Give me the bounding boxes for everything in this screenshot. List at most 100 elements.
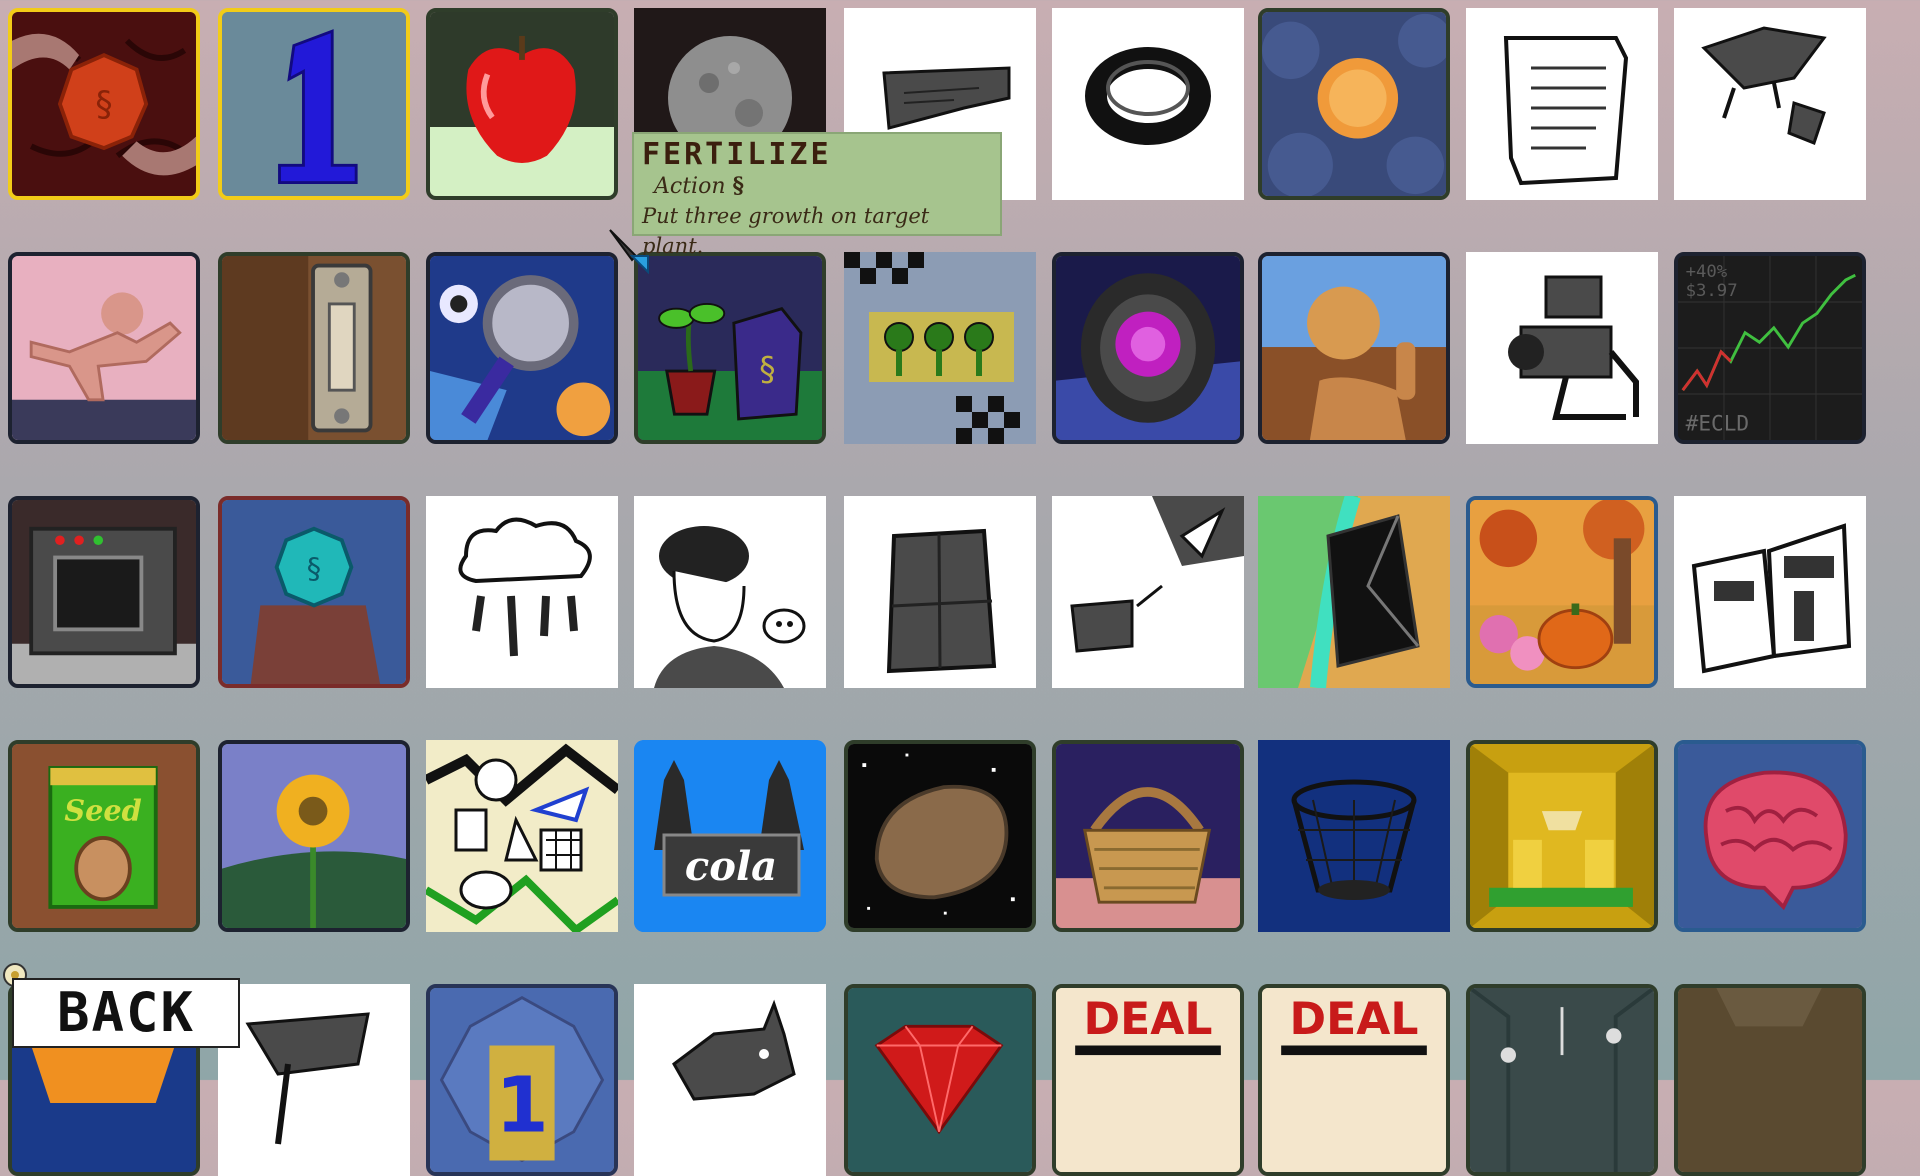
cola-art: cola <box>634 740 826 932</box>
tooltip-type: Action § <box>642 172 992 201</box>
seed-bag-icon: § <box>732 173 745 199</box>
svg-text:§: § <box>95 85 112 125</box>
card-door-light-switch[interactable] <box>218 252 410 444</box>
number-one-art <box>222 12 406 196</box>
card-chandelier[interactable] <box>1466 984 1658 1176</box>
card-crystal-river[interactable] <box>1258 496 1450 688</box>
dim-room-art <box>1678 988 1862 1172</box>
card-seed-packet[interactable]: Seed <box>8 740 200 932</box>
card-shapes-chaos[interactable] <box>426 740 618 932</box>
card-sunflower[interactable] <box>218 740 410 932</box>
tooltip-title: FERTILIZE <box>642 137 832 172</box>
card-ruby[interactable] <box>844 984 1036 1176</box>
svg-text:§: § <box>759 351 775 389</box>
card-deal-1[interactable]: DEAL <box>1052 984 1244 1176</box>
pumpkin-autumn-art <box>1470 500 1654 684</box>
newspaper-art <box>1691 523 1852 674</box>
rain-cloud-art <box>458 517 592 657</box>
card-treasure-room[interactable] <box>1466 740 1658 932</box>
card-flag[interactable] <box>218 984 410 1176</box>
token-stump-art: § <box>222 500 406 684</box>
portal-eye-art <box>1056 256 1240 440</box>
treasure-room-art <box>1470 744 1654 928</box>
card-dog[interactable] <box>634 984 826 1176</box>
card-skull-figure[interactable] <box>634 496 826 688</box>
potato-space-art <box>848 744 1032 928</box>
card-fridge[interactable] <box>844 496 1036 688</box>
card-checker-trees[interactable] <box>844 252 1036 444</box>
card-tooltip: FERTILIZE Action § Put three growth on t… <box>632 132 1002 258</box>
ring-art <box>1085 47 1211 145</box>
basket-art <box>1056 744 1240 928</box>
card-pumpkin-autumn[interactable] <box>1466 496 1658 688</box>
flag-art <box>245 1012 370 1145</box>
card-potato-space[interactable] <box>844 740 1036 932</box>
cola-label: cola <box>685 843 777 890</box>
box-arrow-art <box>1070 496 1244 653</box>
card-magnifier[interactable] <box>426 252 618 444</box>
card-deal-2[interactable]: DEAL <box>1258 984 1450 1176</box>
sunflower-art <box>222 744 406 928</box>
stock-change-text: +40% <box>1686 262 1728 282</box>
magnifier-art <box>430 256 614 440</box>
oven-art <box>12 500 196 684</box>
number-one-ornate-art: 1 <box>430 988 614 1172</box>
card-rain-cloud[interactable] <box>426 496 618 688</box>
checker-trees-art <box>844 252 1036 444</box>
card-box-arrow[interactable] <box>1052 496 1244 688</box>
coin-pond-art <box>1262 12 1446 196</box>
deal-2-art: DEAL <box>1262 988 1446 1172</box>
door-light-switch-art <box>222 256 406 440</box>
card-stock-chart[interactable]: +40% $3.97 #ECLD <box>1674 252 1866 444</box>
card-cola[interactable]: cola <box>634 740 826 932</box>
dog-art <box>672 999 796 1101</box>
ornate-one-label: 1 <box>495 1062 548 1151</box>
card-number-one[interactable] <box>218 8 410 200</box>
card-gingerbread[interactable] <box>8 252 200 444</box>
card-coin-pond[interactable] <box>1258 8 1450 200</box>
token-hands-art: § <box>12 12 196 196</box>
deal-1-art: DEAL <box>1056 988 1240 1172</box>
seed-packet-label: Seed <box>64 794 141 828</box>
bird-art <box>1701 26 1827 145</box>
seed-packet-art: Seed <box>12 744 196 928</box>
card-portal-eye[interactable] <box>1052 252 1244 444</box>
fridge-art <box>886 528 997 674</box>
meat-grinder-art <box>1508 275 1639 420</box>
card-thumbs-up-sun[interactable] <box>1258 252 1450 444</box>
card-ring[interactable] <box>1052 8 1244 200</box>
card-brain[interactable] <box>1674 740 1866 932</box>
scroll-art <box>1503 36 1629 186</box>
svg-text:§: § <box>307 552 321 586</box>
chandelier-art <box>1470 988 1654 1172</box>
card-wire-basket[interactable] <box>1258 740 1450 932</box>
deal-1-label: DEAL <box>1084 994 1213 1045</box>
stock-ticker-text: #ECLD <box>1686 410 1749 435</box>
brain-art <box>1678 744 1862 928</box>
tooltip-description: Put three growth on target plant. <box>642 204 930 258</box>
card-bird[interactable] <box>1674 8 1866 200</box>
gingerbread-art <box>12 256 196 440</box>
card-newspaper[interactable] <box>1674 496 1866 688</box>
card-basket[interactable] <box>1052 740 1244 932</box>
card-token-stump[interactable]: § <box>218 496 410 688</box>
shapes-chaos-art <box>426 740 618 932</box>
card-scroll[interactable] <box>1466 8 1658 200</box>
card-dim-room[interactable] <box>1674 984 1866 1176</box>
card-token-hands[interactable]: § <box>8 8 200 200</box>
card-fertilize[interactable]: § <box>634 252 826 444</box>
back-button[interactable]: BACK <box>12 978 240 1048</box>
deal-2-label: DEAL <box>1290 994 1419 1045</box>
stock-chart-art: +40% $3.97 #ECLD <box>1678 256 1862 440</box>
card-meat-grinder[interactable] <box>1466 252 1658 444</box>
skull-figure-art <box>654 526 806 688</box>
apple-art <box>430 12 614 196</box>
card-oven[interactable] <box>8 496 200 688</box>
card-apple[interactable] <box>426 8 618 200</box>
card-number-one-ornate[interactable]: 1 <box>426 984 618 1176</box>
mouse-cursor-icon <box>609 229 649 274</box>
stock-price-text: $3.97 <box>1686 281 1738 301</box>
tooltip-type-label: Action <box>654 174 726 199</box>
thumbs-up-sun-art <box>1262 256 1446 440</box>
ruby-art <box>848 988 1032 1172</box>
